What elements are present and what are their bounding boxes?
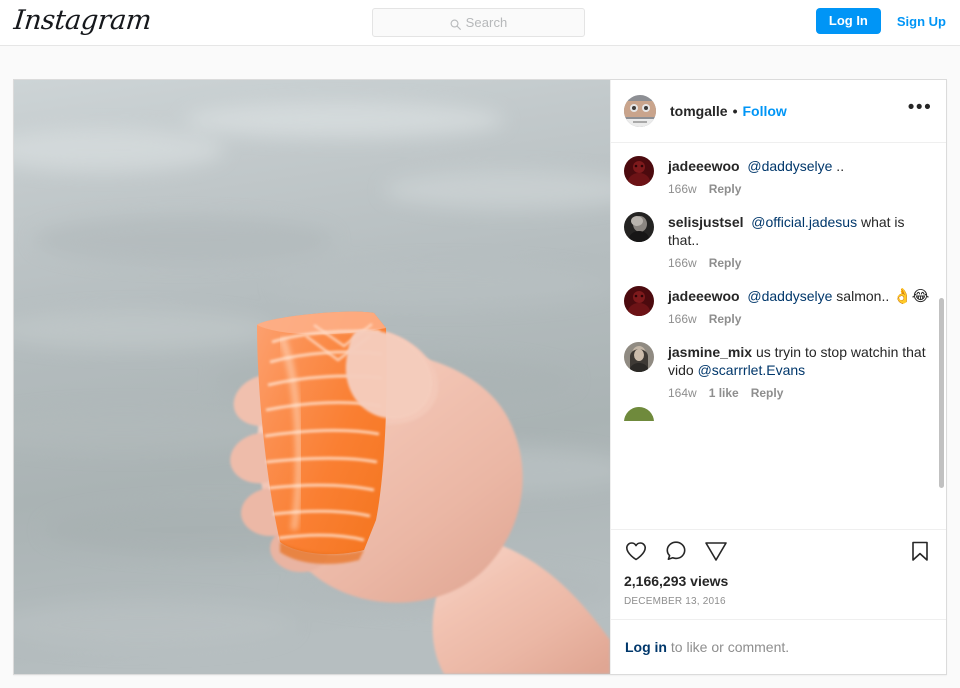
list-item: jadeeewoo @daddyselye salmon.. 👌😂 166w R… [624,277,932,333]
avatar[interactable] [624,342,654,372]
comment-mention[interactable]: @official.jadesus [751,214,857,230]
search-input[interactable]: Search [372,8,585,37]
comment-meta: 166w Reply [668,312,932,331]
post-date: DECEMBER 13, 2016 [624,596,726,607]
top-navigation-bar: Instagram Search Log In Sign Up [0,0,960,46]
comment-body: jadeeewoo @daddyselye .. 166w Reply [668,156,932,201]
comment-emoji: 👌😂 [893,287,930,305]
more-options-icon[interactable]: ••• [908,98,932,120]
list-item: jasmine_mix us tryin to stop watchin tha… [624,333,932,407]
post-card: tomgalle • Follow ••• 166w Reply [13,79,947,675]
commenter-avatar-image [624,342,654,372]
comment-text: jasmine_mix us tryin to stop watchin tha… [668,343,932,379]
reply-button[interactable]: Reply [709,182,742,196]
comments-scroll-area[interactable]: 166w Reply [611,143,946,529]
bookmark-icon[interactable] [908,539,932,563]
comment-timestamp: 164w [668,386,697,400]
reply-button[interactable]: Reply [709,256,742,270]
comment-text: selisjustsel @official.jadesus what is t… [668,213,932,249]
post-action-bar: 2,166,293 views DECEMBER 13, 2016 [611,529,946,619]
action-icons-row [624,539,932,563]
comments-list: 166w Reply [611,143,946,421]
comment-meta: 164w 1 like Reply [668,386,932,405]
view-count: 2,166,293 views [624,573,729,589]
comment-username[interactable]: jasmine_mix [668,344,752,360]
login-link[interactable]: Log in [625,639,667,655]
commenter-avatar-image [624,286,654,316]
comment-body: jadeeewoo @daddyselye salmon.. 👌😂 166w R… [668,286,932,331]
avatar[interactable] [624,212,654,242]
commenter-avatar-image [624,156,654,186]
comment-body: jasmine_mix us tryin to stop watchin tha… [668,342,932,405]
list-item: jadeeewoo @daddyselye .. 166w Reply [624,147,932,203]
comment-mention[interactable]: @daddyselye [747,158,832,174]
login-prompt: Log in to like or comment. [611,619,946,674]
post-header: tomgalle • Follow ••• [611,80,946,143]
comment-message: salmon.. [832,288,894,304]
separator-dot: • [732,103,738,119]
comment-username[interactable]: selisjustsel [668,214,744,230]
comment-username[interactable]: jadeeewoo [668,158,740,174]
scrollbar-thumb[interactable] [939,298,944,488]
comment-meta: 166w Reply [668,256,932,275]
comment-text: jadeeewoo @daddyselye .. [668,157,932,175]
login-prompt-text: to like or comment. [667,639,790,655]
comment-text: jadeeewoo @daddyselye salmon.. 👌😂 [668,287,932,305]
avatar[interactable] [624,407,654,421]
signup-button[interactable]: Sign Up [897,14,946,29]
owner-username[interactable]: tomgalle [670,103,728,119]
comment-meta: 166w Reply [668,143,932,145]
comment-timestamp: 166w [668,312,697,326]
login-button[interactable]: Log In [815,8,881,34]
heart-icon[interactable] [624,539,648,563]
post-media[interactable] [14,80,610,674]
list-item: selisjustsel @official.jadesus what is t… [624,203,932,277]
comments-scrollbar[interactable] [937,143,945,529]
comment-message: .. [832,158,845,174]
search-inner: Search [450,15,508,30]
reply-button[interactable]: Reply [709,312,742,326]
comment-meta: 166w Reply [668,182,932,201]
comment-mention[interactable]: @daddyselye [747,288,832,304]
comment-icon[interactable] [664,539,688,563]
post-stage: tomgalle • Follow ••• 166w Reply [0,46,960,675]
clipped-avatar-row-bottom [624,407,932,421]
instagram-logo[interactable]: Instagram [12,5,152,36]
avatar[interactable] [624,156,654,186]
commenter-avatar-image [624,212,654,242]
comment-username[interactable]: jadeeewoo [668,288,740,304]
reply-button[interactable]: Reply [751,386,784,400]
salmon-photo [14,80,610,674]
comment-body: 166w Reply [668,143,932,145]
post-sidebar: tomgalle • Follow ••• 166w Reply [610,80,946,674]
follow-button[interactable]: Follow [742,103,786,119]
share-icon[interactable] [704,539,728,563]
search-icon [450,17,461,30]
owner-avatar-image [624,95,656,127]
avatar[interactable] [624,286,654,316]
search-placeholder: Search [465,15,508,30]
comment-timestamp: 166w [668,182,697,196]
avatar[interactable] [624,95,656,127]
auth-buttons: Log In Sign Up [815,8,946,34]
comment-like-count[interactable]: 1 like [709,386,739,400]
comment-timestamp: 166w [668,256,697,270]
post-owner-row: tomgalle • Follow [670,103,908,119]
comment-body: selisjustsel @official.jadesus what is t… [668,212,932,275]
comment-mention[interactable]: @scarrrlet.Evans [698,362,806,378]
